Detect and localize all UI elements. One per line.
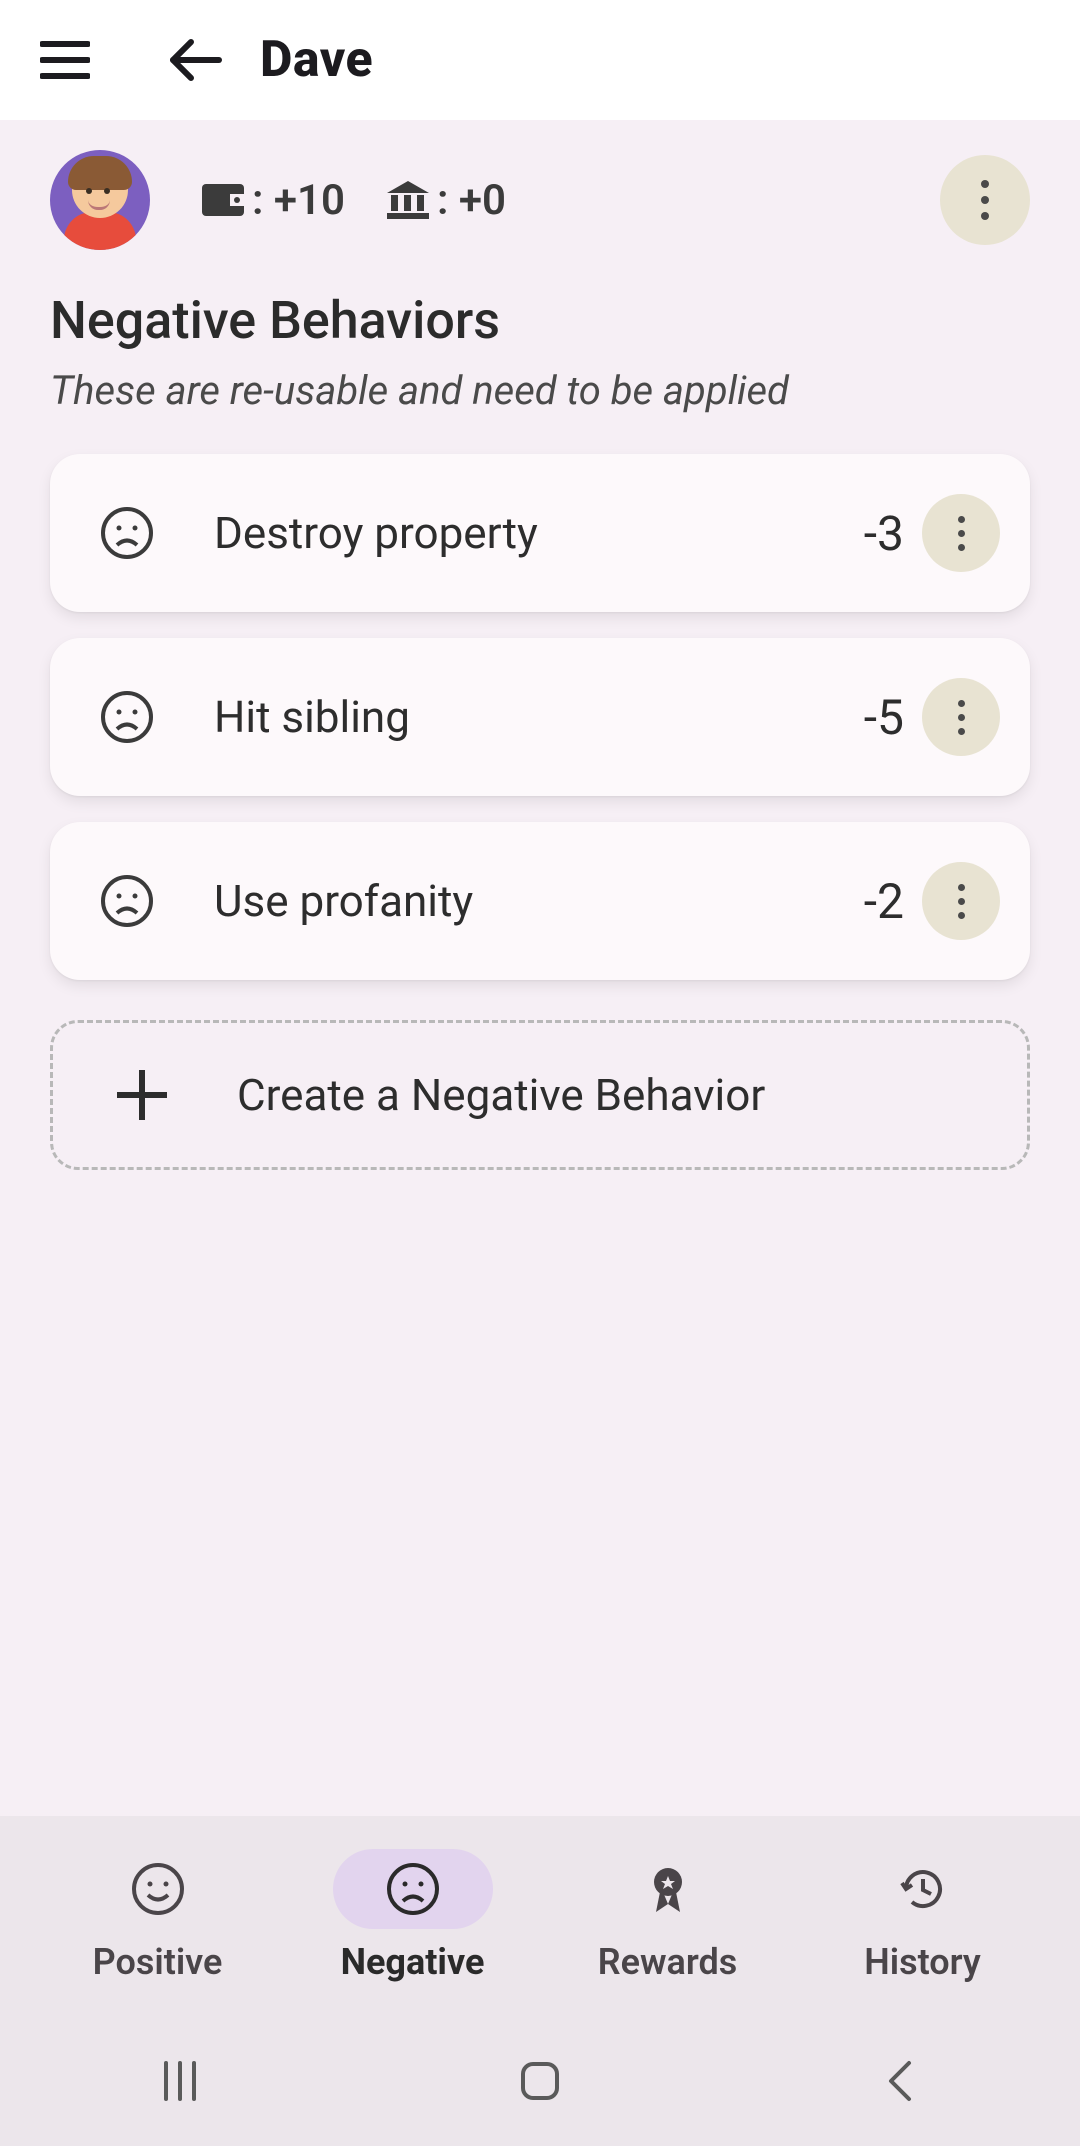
system-home-button[interactable]: [510, 2051, 570, 2111]
behavior-points: -3: [864, 505, 904, 562]
more-vertical-icon: [981, 196, 989, 204]
behavior-more-button[interactable]: [922, 862, 1000, 940]
wallet-icon: [200, 180, 246, 220]
nav-positive[interactable]: Positive: [30, 1849, 285, 1983]
plus-icon: [117, 1070, 167, 1120]
behavior-label: Hit sibling: [214, 691, 864, 743]
behavior-card[interactable]: Use profanity-2: [50, 822, 1030, 980]
create-behavior-button[interactable]: Create a Negative Behavior: [50, 1020, 1030, 1170]
nav-label: Negative: [341, 1941, 485, 1983]
behavior-more-button[interactable]: [922, 678, 1000, 756]
ribbon-icon: [641, 1862, 695, 1916]
frown-icon: [100, 690, 154, 744]
nav-icon-wrap: [78, 1849, 238, 1929]
arrow-left-icon: [167, 36, 223, 84]
avatar[interactable]: [50, 150, 150, 250]
recents-icon: [158, 2059, 202, 2103]
nav-label: Rewards: [598, 1941, 738, 1983]
nav-negative[interactable]: Negative: [285, 1849, 540, 1983]
behavior-card[interactable]: Hit sibling-5: [50, 638, 1030, 796]
system-nav-bar: [0, 2016, 1080, 2146]
behavior-points: -2: [864, 873, 904, 930]
section-title: Negative Behaviors: [50, 290, 1030, 351]
nav-rewards[interactable]: Rewards: [540, 1849, 795, 1983]
behavior-label: Destroy property: [214, 507, 864, 559]
wallet-value: : +10: [252, 176, 345, 225]
profile-more-button[interactable]: [940, 155, 1030, 245]
home-icon: [519, 2060, 561, 2102]
nav-icon-wrap: [843, 1849, 1003, 1929]
page-title: Dave: [260, 31, 373, 89]
frown-icon: [100, 874, 154, 928]
app-bar: Dave: [0, 0, 1080, 120]
back-button[interactable]: [160, 25, 230, 95]
nav-label: Positive: [93, 1941, 223, 1983]
nav-history[interactable]: History: [795, 1849, 1050, 1983]
bottom-nav: Positive Negative Rewards History: [0, 1816, 1080, 2016]
nav-icon-wrap: [588, 1849, 748, 1929]
behavior-more-button[interactable]: [922, 494, 1000, 572]
profile-overview: : +10 : +0: [50, 150, 1030, 250]
bank-icon: [385, 179, 431, 221]
bank-stat: : +0: [385, 176, 506, 225]
behavior-card[interactable]: Destroy property-3: [50, 454, 1030, 612]
behavior-list: Destroy property-3 Hit sibling-5 Use pro…: [50, 454, 1030, 980]
content: : +10 : +0 Negative Behaviors Th: [0, 120, 1080, 1816]
more-vertical-icon: [958, 898, 965, 905]
behavior-points: -5: [864, 689, 904, 746]
system-back-button[interactable]: [870, 2051, 930, 2111]
hamburger-icon: [40, 40, 90, 80]
more-vertical-icon: [958, 530, 965, 537]
frown-icon: [100, 506, 154, 560]
stats: : +10 : +0: [200, 176, 506, 225]
create-behavior-label: Create a Negative Behavior: [237, 1069, 765, 1121]
bank-value: : +0: [437, 176, 506, 225]
nav-icon-wrap: [333, 1849, 493, 1929]
smile-icon: [131, 1862, 185, 1916]
system-recents-button[interactable]: [150, 2051, 210, 2111]
nav-label: History: [864, 1941, 981, 1983]
frown-icon: [386, 1862, 440, 1916]
behavior-label: Use profanity: [214, 875, 864, 927]
section-subtitle: These are re-usable and need to be appli…: [50, 367, 1030, 414]
menu-button[interactable]: [30, 25, 100, 95]
wallet-stat: : +10: [200, 176, 345, 225]
history-icon: [896, 1862, 950, 1916]
more-vertical-icon: [958, 714, 965, 721]
chevron-left-icon: [883, 2059, 917, 2103]
